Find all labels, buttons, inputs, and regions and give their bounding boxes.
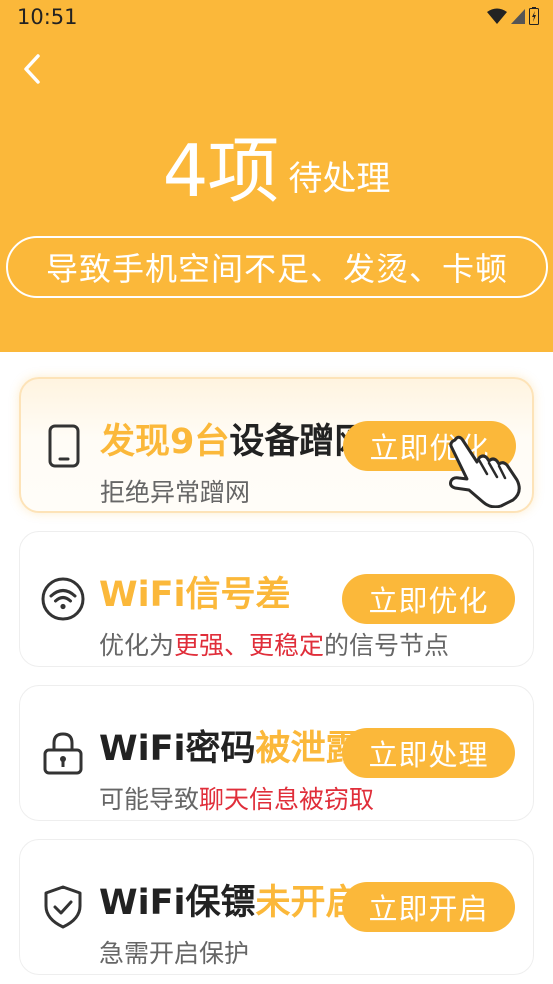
back-icon[interactable] (18, 50, 50, 88)
pending-count: 4项 待处理 (0, 112, 553, 217)
card-subtitle-prefix: 优化为 (99, 631, 175, 660)
cell-signal-icon (511, 9, 525, 24)
card-subtitle: 拒绝异常蹭网 (100, 478, 251, 507)
lock-icon (43, 732, 83, 775)
card-title-highlight: WiFi信号差 (99, 575, 291, 615)
battery-icon (529, 7, 539, 25)
warning-pill: 导致手机空间不足、发烫、卡顿 (6, 236, 548, 298)
card-wifi-guard[interactable]: WiFi保镖未开启 急需开启保护 立即开启 (19, 839, 534, 975)
card-title-plain: WiFi密码 (99, 729, 256, 769)
card-title: WiFi保镖未开启 (99, 874, 361, 925)
card-title: 发现9台设备蹭网 (100, 413, 369, 464)
optimize-button[interactable]: 立即优化 (342, 574, 515, 624)
status-time: 10:51 (17, 5, 78, 29)
enable-button[interactable]: 立即开启 (342, 882, 515, 932)
card-subtitle: 可能导致聊天信息被窃取 (99, 780, 374, 816)
card-title-plain: WiFi保镖 (99, 883, 256, 923)
shield-check-icon (44, 885, 82, 929)
pointing-hand-icon (449, 435, 521, 508)
handle-button[interactable]: 立即处理 (342, 728, 515, 778)
status-icons (487, 7, 539, 25)
wifi-icon (41, 577, 85, 621)
wifi-signal-icon (487, 8, 507, 24)
card-title: WiFi密码被泄露 (99, 720, 361, 771)
card-subtitle-emphasis: 聊天信息被窃取 (199, 785, 375, 814)
card-subtitle-suffix: 的信号节点 (324, 631, 450, 660)
phone-icon (48, 424, 80, 468)
pending-count-number: 4项 (162, 129, 280, 213)
card-subtitle: 优化为更强、更稳定的信号节点 (99, 626, 449, 662)
card-wifi-password[interactable]: WiFi密码被泄露 可能导致聊天信息被窃取 立即处理 (19, 685, 534, 821)
card-subtitle-prefix: 可能导致 (99, 785, 200, 814)
pending-count-label: 待处理 (288, 159, 391, 199)
card-wifi-signal[interactable]: WiFi信号差 优化为更强、更稳定的信号节点 立即优化 (19, 531, 534, 667)
header-banner: 10:51 4项 待处理 导致手机空间不足、发烫、卡顿 (0, 0, 553, 352)
card-title-highlight: 发现9台 (100, 422, 230, 462)
card-subtitle: 急需开启保护 (99, 939, 250, 968)
card-subtitle-emphasis: 更强、更稳定 (174, 631, 325, 660)
card-title: WiFi信号差 (99, 566, 291, 617)
